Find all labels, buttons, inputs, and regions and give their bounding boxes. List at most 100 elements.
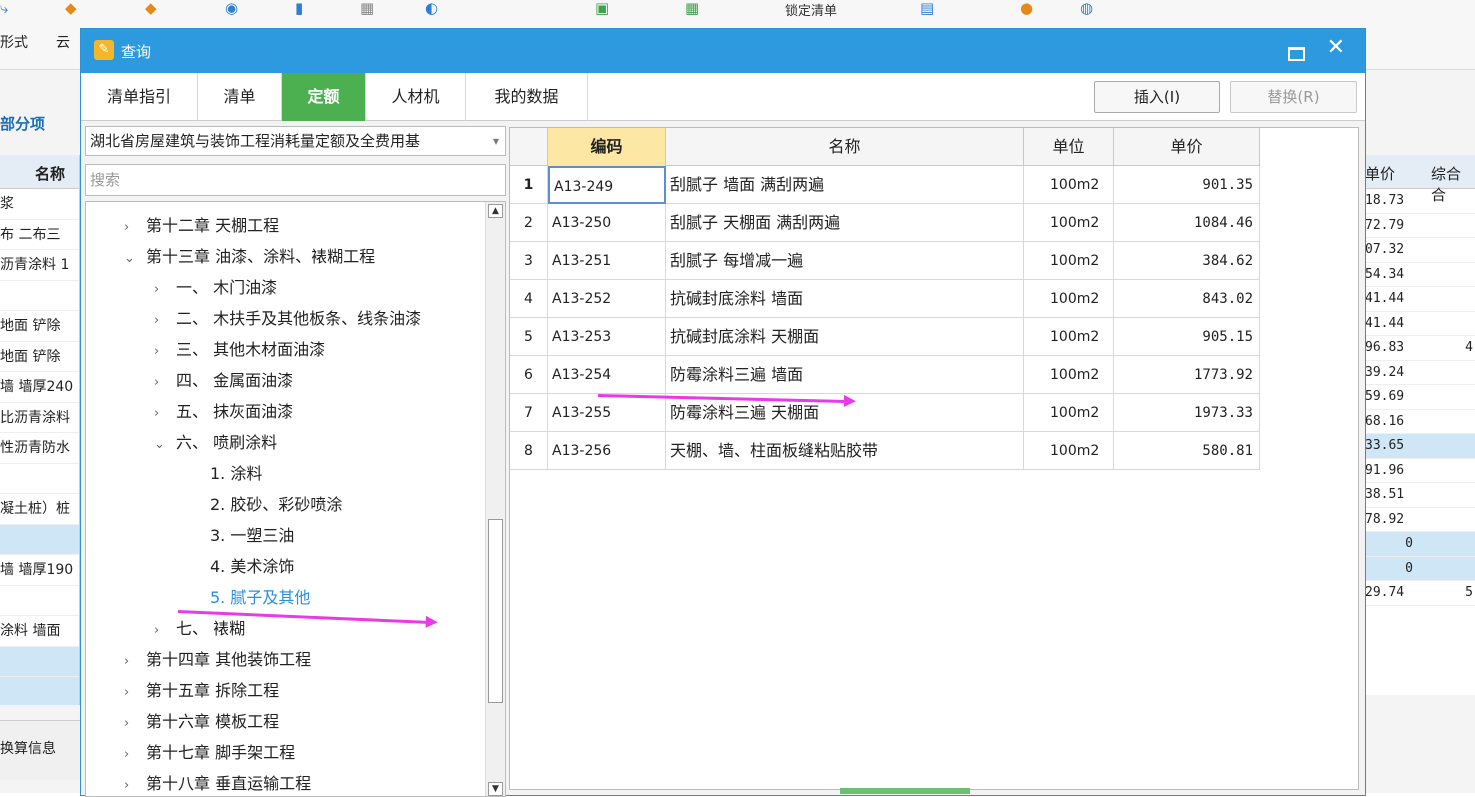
tab-quota[interactable]: 定额 — [282, 73, 366, 121]
cell-row-number[interactable]: 5 — [510, 318, 548, 356]
left-table-row[interactable]: 布 二布三 — [0, 220, 79, 250]
cell-name[interactable]: 刮腻子 每增减一遍 — [666, 242, 1024, 280]
cell-price[interactable]: 843.02 — [1114, 280, 1260, 318]
library-select[interactable]: 湖北省房屋建筑与装饰工程消耗量定额及全费用基 ▾ — [85, 126, 506, 156]
toolbar-icon[interactable]: ▦ — [685, 0, 699, 16]
chevron-right-icon[interactable]: › — [154, 399, 176, 429]
left-table-row[interactable] — [0, 281, 79, 311]
scroll-thumb[interactable] — [488, 519, 503, 703]
cell-unit[interactable]: 100m2 — [1024, 280, 1114, 318]
right-table-row[interactable]: 18.73 — [1361, 189, 1475, 214]
tree-node[interactable]: › 四、 金属面油漆 — [154, 366, 293, 396]
tree-node[interactable]: › 第十四章 其他装饰工程 — [124, 645, 311, 675]
tree-node[interactable]: › 第十七章 脚手架工程 — [124, 738, 295, 768]
right-table-row[interactable]: 07.32 — [1361, 238, 1475, 263]
table-row[interactable]: 2 A13-250 刮腻子 天棚面 满刮两遍 100m2 1084.46 — [510, 204, 1260, 242]
dialog-titlebar[interactable]: ✎ 查询 ✕ — [81, 29, 1365, 73]
left-table-row[interactable]: 涂料 墙面 — [0, 616, 79, 647]
cell-name[interactable]: 抗碱封底涂料 天棚面 — [666, 318, 1024, 356]
insert-button[interactable]: 插入(I) — [1094, 81, 1220, 113]
cell-row-number[interactable]: 2 — [510, 204, 548, 242]
cell-price[interactable]: 580.81 — [1114, 432, 1260, 470]
tree-node[interactable]: 5. 腻子及其他 — [210, 583, 310, 613]
table-row[interactable]: 3 A13-251 刮腻子 每增减一遍 100m2 384.62 — [510, 242, 1260, 280]
toolbar-label[interactable]: 形式 — [0, 32, 28, 52]
right-table-row[interactable]: 72.79 — [1361, 214, 1475, 238]
chevron-right-icon[interactable]: › — [124, 740, 146, 770]
toolbar-icon[interactable]: ◉ — [225, 0, 238, 16]
toolbar-icon[interactable]: ◆ — [145, 0, 157, 16]
cell-price[interactable]: 1084.46 — [1114, 204, 1260, 242]
toolbar-icon[interactable]: ▣ — [595, 0, 609, 16]
cell-unit[interactable]: 100m2 — [1024, 318, 1114, 356]
toolbar-icon[interactable]: ◍ — [1080, 0, 1093, 16]
chevron-right-icon[interactable]: › — [154, 306, 176, 336]
toolbar-icon[interactable]: ◐ — [425, 0, 438, 16]
left-table-row[interactable] — [0, 586, 79, 616]
table-row[interactable]: 7 A13-255 防霉涂料三遍 天棚面 100m2 1973.33 — [510, 394, 1260, 432]
cell-code[interactable]: A13-253 — [548, 318, 666, 356]
left-table-row[interactable] — [0, 677, 79, 705]
chevron-right-icon[interactable]: › — [124, 771, 146, 796]
column-header-code[interactable]: 编码 — [548, 128, 666, 166]
tree-node[interactable]: ⌄ 六、 喷刷涂料 — [154, 428, 277, 458]
lock-list-button[interactable]: 锁定清单 — [785, 0, 837, 19]
left-table-row[interactable]: 地面 铲除 — [0, 342, 79, 372]
tree-node[interactable]: 1. 涂料 — [210, 459, 262, 489]
left-table-row[interactable]: 性沥青防水 — [0, 433, 79, 464]
right-table-row[interactable]: 54.34 — [1361, 263, 1475, 287]
tree-node[interactable]: › 第十五章 拆除工程 — [124, 676, 279, 706]
table-row[interactable]: 8 A13-256 天棚、墙、柱面板缝粘贴胶带 100m2 580.81 — [510, 432, 1260, 470]
cell-row-number[interactable]: 6 — [510, 356, 548, 394]
chevron-right-icon[interactable]: › — [124, 647, 146, 677]
toolbar-icon[interactable]: ▦ — [360, 0, 374, 16]
right-table-row[interactable]: 91.96 — [1361, 459, 1475, 483]
cell-unit[interactable]: 100m2 — [1024, 356, 1114, 394]
tree-node[interactable]: › 五、 抹灰面油漆 — [154, 397, 293, 427]
cell-unit[interactable]: 100m2 — [1024, 242, 1114, 280]
right-table-row[interactable]: 68.16 — [1361, 410, 1475, 434]
left-table-row[interactable]: 墙 墙厚190 — [0, 555, 79, 586]
bottom-tab-label[interactable]: 换算信息 — [0, 738, 56, 758]
right-table-row[interactable]: 29.74 5 — [1361, 581, 1475, 606]
chevron-right-icon[interactable]: › — [124, 709, 146, 739]
tree-node[interactable]: › 第十六章 模板工程 — [124, 707, 279, 737]
left-table-row[interactable]: 比沥青涂料 — [0, 403, 79, 433]
right-table-row[interactable]: 78.92 — [1361, 508, 1475, 532]
toolbar-icon[interactable]: ▤ — [920, 0, 934, 16]
left-table-row[interactable] — [0, 524, 79, 555]
tab-bill[interactable]: 清单 — [198, 73, 282, 121]
cell-price[interactable]: 901.35 — [1114, 166, 1260, 204]
scroll-down-icon[interactable]: ▼ — [488, 782, 503, 796]
section-label[interactable]: 部分项 — [0, 113, 45, 134]
cell-row-number[interactable]: 3 — [510, 242, 548, 280]
cell-code[interactable]: A13-249 — [548, 166, 666, 204]
right-table-row[interactable]: 41.44 — [1361, 312, 1475, 336]
cell-code[interactable]: A13-254 — [548, 356, 666, 394]
tab-bill-guide[interactable]: 清单指引 — [81, 73, 198, 121]
tab-my-data[interactable]: 我的数据 — [466, 73, 588, 121]
close-icon[interactable]: ✕ — [1327, 35, 1345, 60]
cell-unit[interactable]: 100m2 — [1024, 166, 1114, 204]
left-table-row[interactable]: 浆 — [0, 189, 79, 220]
chevron-right-icon[interactable]: › — [154, 275, 176, 305]
cell-code[interactable]: A13-256 — [548, 432, 666, 470]
cell-code[interactable]: A13-252 — [548, 280, 666, 318]
scroll-up-icon[interactable]: ▲ — [488, 204, 503, 218]
cell-price[interactable]: 384.62 — [1114, 242, 1260, 280]
left-table-row[interactable]: 沥青涂料 1 — [0, 250, 79, 281]
chevron-right-icon[interactable]: › — [124, 678, 146, 708]
search-input[interactable] — [85, 164, 506, 196]
tree-node[interactable]: 2. 胶砂、彩砂喷涂 — [210, 490, 342, 520]
cell-price[interactable]: 1773.92 — [1114, 356, 1260, 394]
toolbar-icon[interactable]: ▮ — [295, 0, 303, 16]
tree-node[interactable]: › 一、 木门油漆 — [154, 273, 277, 303]
cell-row-number[interactable]: 7 — [510, 394, 548, 432]
right-table-row[interactable]: 33.65 — [1361, 434, 1475, 459]
tree-node[interactable]: › 二、 木扶手及其他板条、线条油漆 — [154, 304, 421, 334]
cell-code[interactable]: A13-250 — [548, 204, 666, 242]
toolbar-label[interactable]: 云 — [56, 32, 70, 52]
table-row[interactable]: 4 A13-252 抗碱封底涂料 墙面 100m2 843.02 — [510, 280, 1260, 318]
cell-row-number[interactable]: 4 — [510, 280, 548, 318]
cell-code[interactable]: A13-251 — [548, 242, 666, 280]
